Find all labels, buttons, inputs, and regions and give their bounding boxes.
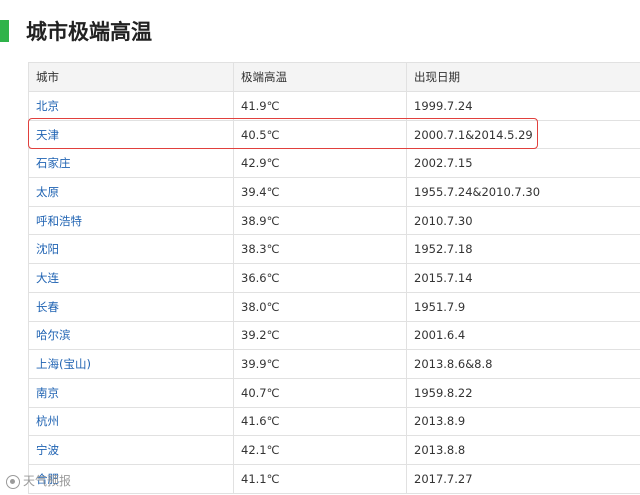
column-header-city: 城市	[28, 62, 234, 92]
table-row: 太原 39.4℃ 1955.7.24&2010.7.30	[28, 177, 640, 207]
temperature-cell: 40.7℃	[233, 377, 407, 408]
watermark-logo-icon	[6, 474, 20, 489]
temperature-cell: 42.9℃	[233, 148, 407, 179]
date-cell: 2000.7.1&2014.5.29	[406, 119, 640, 150]
city-link[interactable]: 太原	[28, 177, 234, 207]
temperature-cell: 40.5℃	[233, 119, 407, 150]
table-row: 沈阳 38.3℃ 1952.7.18	[28, 234, 640, 265]
date-cell: 2002.7.15	[406, 148, 640, 179]
temperature-cell: 38.9℃	[233, 205, 407, 236]
section-heading: 城市极端高温	[0, 14, 640, 50]
city-link[interactable]: 杭州	[28, 406, 234, 437]
date-cell: 2015.7.14	[406, 263, 640, 293]
date-cell: 2017.7.27	[406, 463, 640, 494]
city-link[interactable]: 宁波	[28, 435, 234, 465]
temperature-cell: 41.1℃	[233, 463, 407, 494]
date-cell: 2013.8.6&8.8	[406, 349, 640, 379]
table-row: 宁波 42.1℃ 2013.8.8	[28, 435, 640, 465]
table-row-highlighted: 天津 40.5℃ 2000.7.1&2014.5.29	[28, 119, 640, 150]
table-row: 哈尔滨 39.2℃ 2001.6.4	[28, 320, 640, 351]
date-cell: 1959.8.22	[406, 377, 640, 408]
city-link[interactable]: 沈阳	[28, 234, 234, 265]
date-cell: 1955.7.24&2010.7.30	[406, 177, 640, 207]
city-link[interactable]: 长春	[28, 291, 234, 322]
temperature-cell: 39.2℃	[233, 320, 407, 351]
temperature-cell: 38.3℃	[233, 234, 407, 265]
city-link[interactable]: 大连	[28, 263, 234, 293]
table-row: 上海(宝山) 39.9℃ 2013.8.6&8.8	[28, 349, 640, 379]
table-row: 杭州 41.6℃ 2013.8.9	[28, 406, 640, 437]
temperature-cell: 41.9℃	[233, 91, 407, 121]
temperature-cell: 42.1℃	[233, 435, 407, 465]
temperature-cell: 39.4℃	[233, 177, 407, 207]
temperature-cell: 41.6℃	[233, 406, 407, 437]
table-row: 石家庄 42.9℃ 2002.7.15	[28, 148, 640, 179]
watermark-text: 天气预报	[23, 474, 72, 488]
city-link[interactable]: 石家庄	[28, 148, 234, 179]
extreme-temperature-table: 城市 极端高温 出现日期 北京 41.9℃ 1999.7.24 天津 40.5℃…	[28, 62, 640, 494]
city-link[interactable]: 呼和浩特	[28, 205, 234, 236]
table-header-row: 城市 极端高温 出现日期	[28, 62, 640, 92]
date-cell: 2010.7.30	[406, 205, 640, 236]
page-title: 城市极端高温	[26, 20, 152, 44]
date-cell: 1951.7.9	[406, 291, 640, 322]
table-row: 长春 38.0℃ 1951.7.9	[28, 291, 640, 322]
date-cell: 2001.6.4	[406, 320, 640, 351]
city-link[interactable]: 哈尔滨	[28, 320, 234, 351]
column-header-temperature: 极端高温	[233, 62, 407, 92]
temperature-cell: 39.9℃	[233, 349, 407, 379]
date-cell: 1952.7.18	[406, 234, 640, 265]
date-cell: 1999.7.24	[406, 91, 640, 121]
city-link[interactable]: 上海(宝山)	[28, 349, 234, 379]
table-row: 呼和浩特 38.9℃ 2010.7.30	[28, 205, 640, 236]
table-row: 大连 36.6℃ 2015.7.14	[28, 263, 640, 293]
table-row: 南京 40.7℃ 1959.8.22	[28, 377, 640, 408]
city-link[interactable]: 南京	[28, 377, 234, 408]
heading-accent-bar	[0, 20, 9, 42]
date-cell: 2013.8.9	[406, 406, 640, 437]
table-row: 合肥 41.1℃ 2017.7.27	[28, 463, 640, 494]
city-link[interactable]: 北京	[28, 91, 234, 121]
temperature-cell: 38.0℃	[233, 291, 407, 322]
column-header-date: 出现日期	[406, 62, 640, 92]
date-cell: 2013.8.8	[406, 435, 640, 465]
watermark: 天气预报	[6, 471, 71, 491]
temperature-cell: 36.6℃	[233, 263, 407, 293]
city-link[interactable]: 天津	[28, 119, 234, 150]
table-row: 北京 41.9℃ 1999.7.24	[28, 91, 640, 121]
